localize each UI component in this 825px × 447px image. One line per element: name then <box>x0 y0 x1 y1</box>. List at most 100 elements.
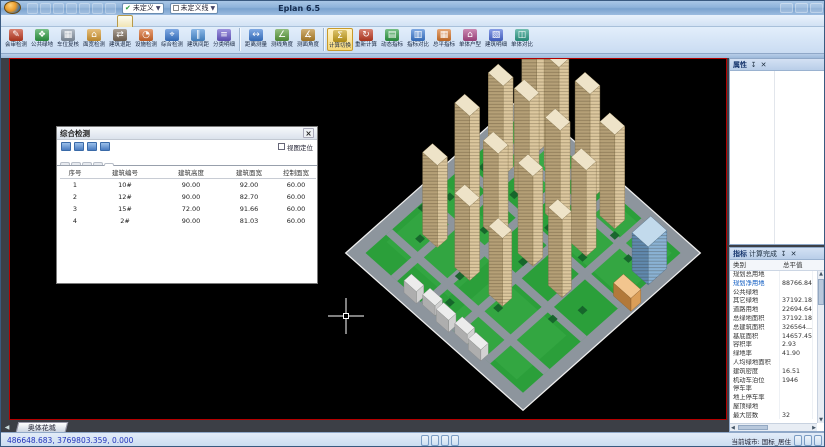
print-icon[interactable] <box>105 3 116 14</box>
close-icon[interactable]: ✕ <box>759 61 768 69</box>
minimize-button[interactable] <box>780 3 793 13</box>
distance-measure-button[interactable]: ↔ 距离测量 <box>243 28 269 49</box>
dialog-tab[interactable] <box>93 162 103 165</box>
close-icon[interactable]: ✕ <box>789 250 798 258</box>
status-button[interactable] <box>794 435 802 446</box>
refresh-icon[interactable] <box>61 142 71 151</box>
menu-item[interactable] <box>259 15 273 27</box>
pin-icon[interactable]: ↧ <box>749 61 758 69</box>
copy-icon[interactable] <box>66 3 77 14</box>
export-icon[interactable] <box>74 142 84 151</box>
building-setback-button[interactable]: ⇄ 建筑退距 <box>107 28 133 49</box>
indicator-row[interactable]: 最大层数 32 <box>730 412 824 419</box>
dialog-tab[interactable] <box>60 162 70 165</box>
indicator-row[interactable]: 其它绿地 37192.18 <box>730 297 824 306</box>
indicator-row[interactable]: 总建筑面积 326564... <box>730 324 824 333</box>
save-icon[interactable] <box>53 3 64 14</box>
indicator-row[interactable]: 公共绿地 <box>730 289 824 298</box>
scroll-right-icon[interactable]: ▶ <box>812 425 816 431</box>
app-logo-icon[interactable] <box>4 1 21 14</box>
indicator-row[interactable]: 机动车泊位 1946 <box>730 377 824 386</box>
menu-item[interactable] <box>117 15 133 27</box>
close-button[interactable] <box>810 3 823 13</box>
menu-item[interactable] <box>175 15 189 27</box>
line-angle-button[interactable]: ∠ 测线角度 <box>269 28 295 49</box>
vertical-scrollbar[interactable]: ▲ ▼ <box>817 271 824 423</box>
scroll-up-icon[interactable]: ▲ <box>818 271 824 277</box>
parking-recheck-button[interactable]: ▦ 车位复核 <box>55 28 81 49</box>
maximize-button[interactable] <box>795 3 808 13</box>
scroll-down-icon[interactable]: ▼ <box>818 417 824 423</box>
menu-item[interactable] <box>231 15 245 27</box>
category-detail-button[interactable]: ≡ 分类明细 <box>211 28 237 49</box>
table-row[interactable]: 1 10# 90.00 92.00 60.00 <box>60 179 316 191</box>
scroll-left-icon[interactable]: ◀ <box>731 425 735 431</box>
mode-toggle-button[interactable] <box>431 435 439 446</box>
undo-icon[interactable] <box>79 3 90 14</box>
tab-nav-left-icon[interactable]: ◀ <box>1 423 13 432</box>
menu-item[interactable] <box>103 15 117 27</box>
dialog-tab[interactable] <box>82 162 92 165</box>
facade-width-check-button[interactable]: ⌂ 面宽检测 <box>81 28 107 49</box>
indicator-row[interactable]: 地上停车率 <box>730 394 824 403</box>
siteplan-indicator-button[interactable]: ▦ 总平指标 <box>431 28 457 51</box>
table-row[interactable]: 4 2# 90.00 81.03 60.00 <box>60 215 316 227</box>
menu-item[interactable] <box>245 15 259 27</box>
redo-icon[interactable] <box>92 3 103 14</box>
dialog-title-bar[interactable]: 综合检测 × <box>57 127 317 140</box>
print-icon[interactable] <box>100 142 110 151</box>
menu-item[interactable] <box>47 15 61 27</box>
mode-toggle-button[interactable] <box>421 435 429 446</box>
indicator-row[interactable]: 规划总用地 <box>730 271 824 280</box>
recalculate-button[interactable]: ↻ 重新计算 <box>353 28 379 51</box>
menu-item[interactable] <box>75 15 89 27</box>
mode-toggle-button[interactable] <box>441 435 449 446</box>
indicator-row[interactable]: 建筑密度 16.51 <box>730 368 824 377</box>
audit-check-button[interactable]: ✎ 会审检测 <box>3 28 29 49</box>
table-icon[interactable] <box>87 142 97 151</box>
comprehensive-check-button[interactable]: ⌖ 综合检测 <box>159 28 185 49</box>
mode-toggle-button[interactable] <box>451 435 459 446</box>
menu-item[interactable] <box>133 15 147 27</box>
menu-item[interactable] <box>189 15 203 27</box>
open-icon[interactable] <box>40 3 51 14</box>
dynamic-indicator-button[interactable]: ▤ 动态指标 <box>379 28 405 51</box>
view-locate-checkbox[interactable]: 视图定位 <box>278 142 313 152</box>
dialog-tab[interactable] <box>71 162 81 165</box>
indicator-row[interactable]: 停车率 <box>730 385 824 394</box>
menu-item[interactable] <box>147 15 161 27</box>
status-button[interactable] <box>814 435 822 446</box>
indicator-row[interactable]: 道路用地 22694.64 <box>730 306 824 315</box>
close-icon[interactable]: × <box>303 128 314 138</box>
building-detail-button[interactable]: ▧ 建筑明细 <box>483 28 509 51</box>
unit-compare-button[interactable]: ◫ 单体对比 <box>509 28 535 51</box>
menu-item[interactable] <box>19 15 33 27</box>
indicator-row[interactable]: 绿地率 41.90 <box>730 350 824 359</box>
indicator-row[interactable]: 人均绿地面积 <box>730 359 824 368</box>
menu-item[interactable] <box>61 15 75 27</box>
layer-combo[interactable]: ✔ 未定义 ▼ <box>122 3 164 14</box>
menu-item[interactable] <box>203 15 217 27</box>
horizontal-scrollbar[interactable]: ◀ ▶ <box>730 423 817 431</box>
indicator-row[interactable]: 规划净用地 88766.84 <box>730 280 824 289</box>
indicator-row[interactable]: 容积率 2.93 <box>730 341 824 350</box>
pin-icon[interactable]: ↧ <box>779 250 788 258</box>
table-row[interactable]: 2 12# 90.00 82.70 60.00 <box>60 191 316 203</box>
building-spacing-button[interactable]: ∥ 建筑间距 <box>185 28 211 49</box>
new-icon[interactable] <box>27 3 38 14</box>
public-green-button[interactable]: ❖ 公共绿地 <box>29 28 55 49</box>
dialog-tab[interactable] <box>104 163 114 166</box>
menu-item[interactable] <box>217 15 231 27</box>
table-row[interactable]: 3 15# 72.00 91.66 60.00 <box>60 203 316 215</box>
menu-item[interactable] <box>33 15 47 27</box>
scrollbar-thumb[interactable] <box>738 425 768 430</box>
indicator-compare-button[interactable]: ▥ 指标对比 <box>405 28 431 51</box>
facility-check-button[interactable]: ◔ 设施检测 <box>133 28 159 49</box>
indicator-row[interactable]: 屋顶绿地 <box>730 403 824 412</box>
face-angle-button[interactable]: ∡ 测面角度 <box>295 28 321 49</box>
checkbox-icon[interactable] <box>278 143 285 150</box>
indicator-row[interactable]: 总绿地面积 37192.18 <box>730 315 824 324</box>
unit-type-button[interactable]: ⌂ 单体户型 <box>457 28 483 51</box>
scrollbar-thumb[interactable] <box>818 279 824 305</box>
menu-item[interactable] <box>89 15 103 27</box>
